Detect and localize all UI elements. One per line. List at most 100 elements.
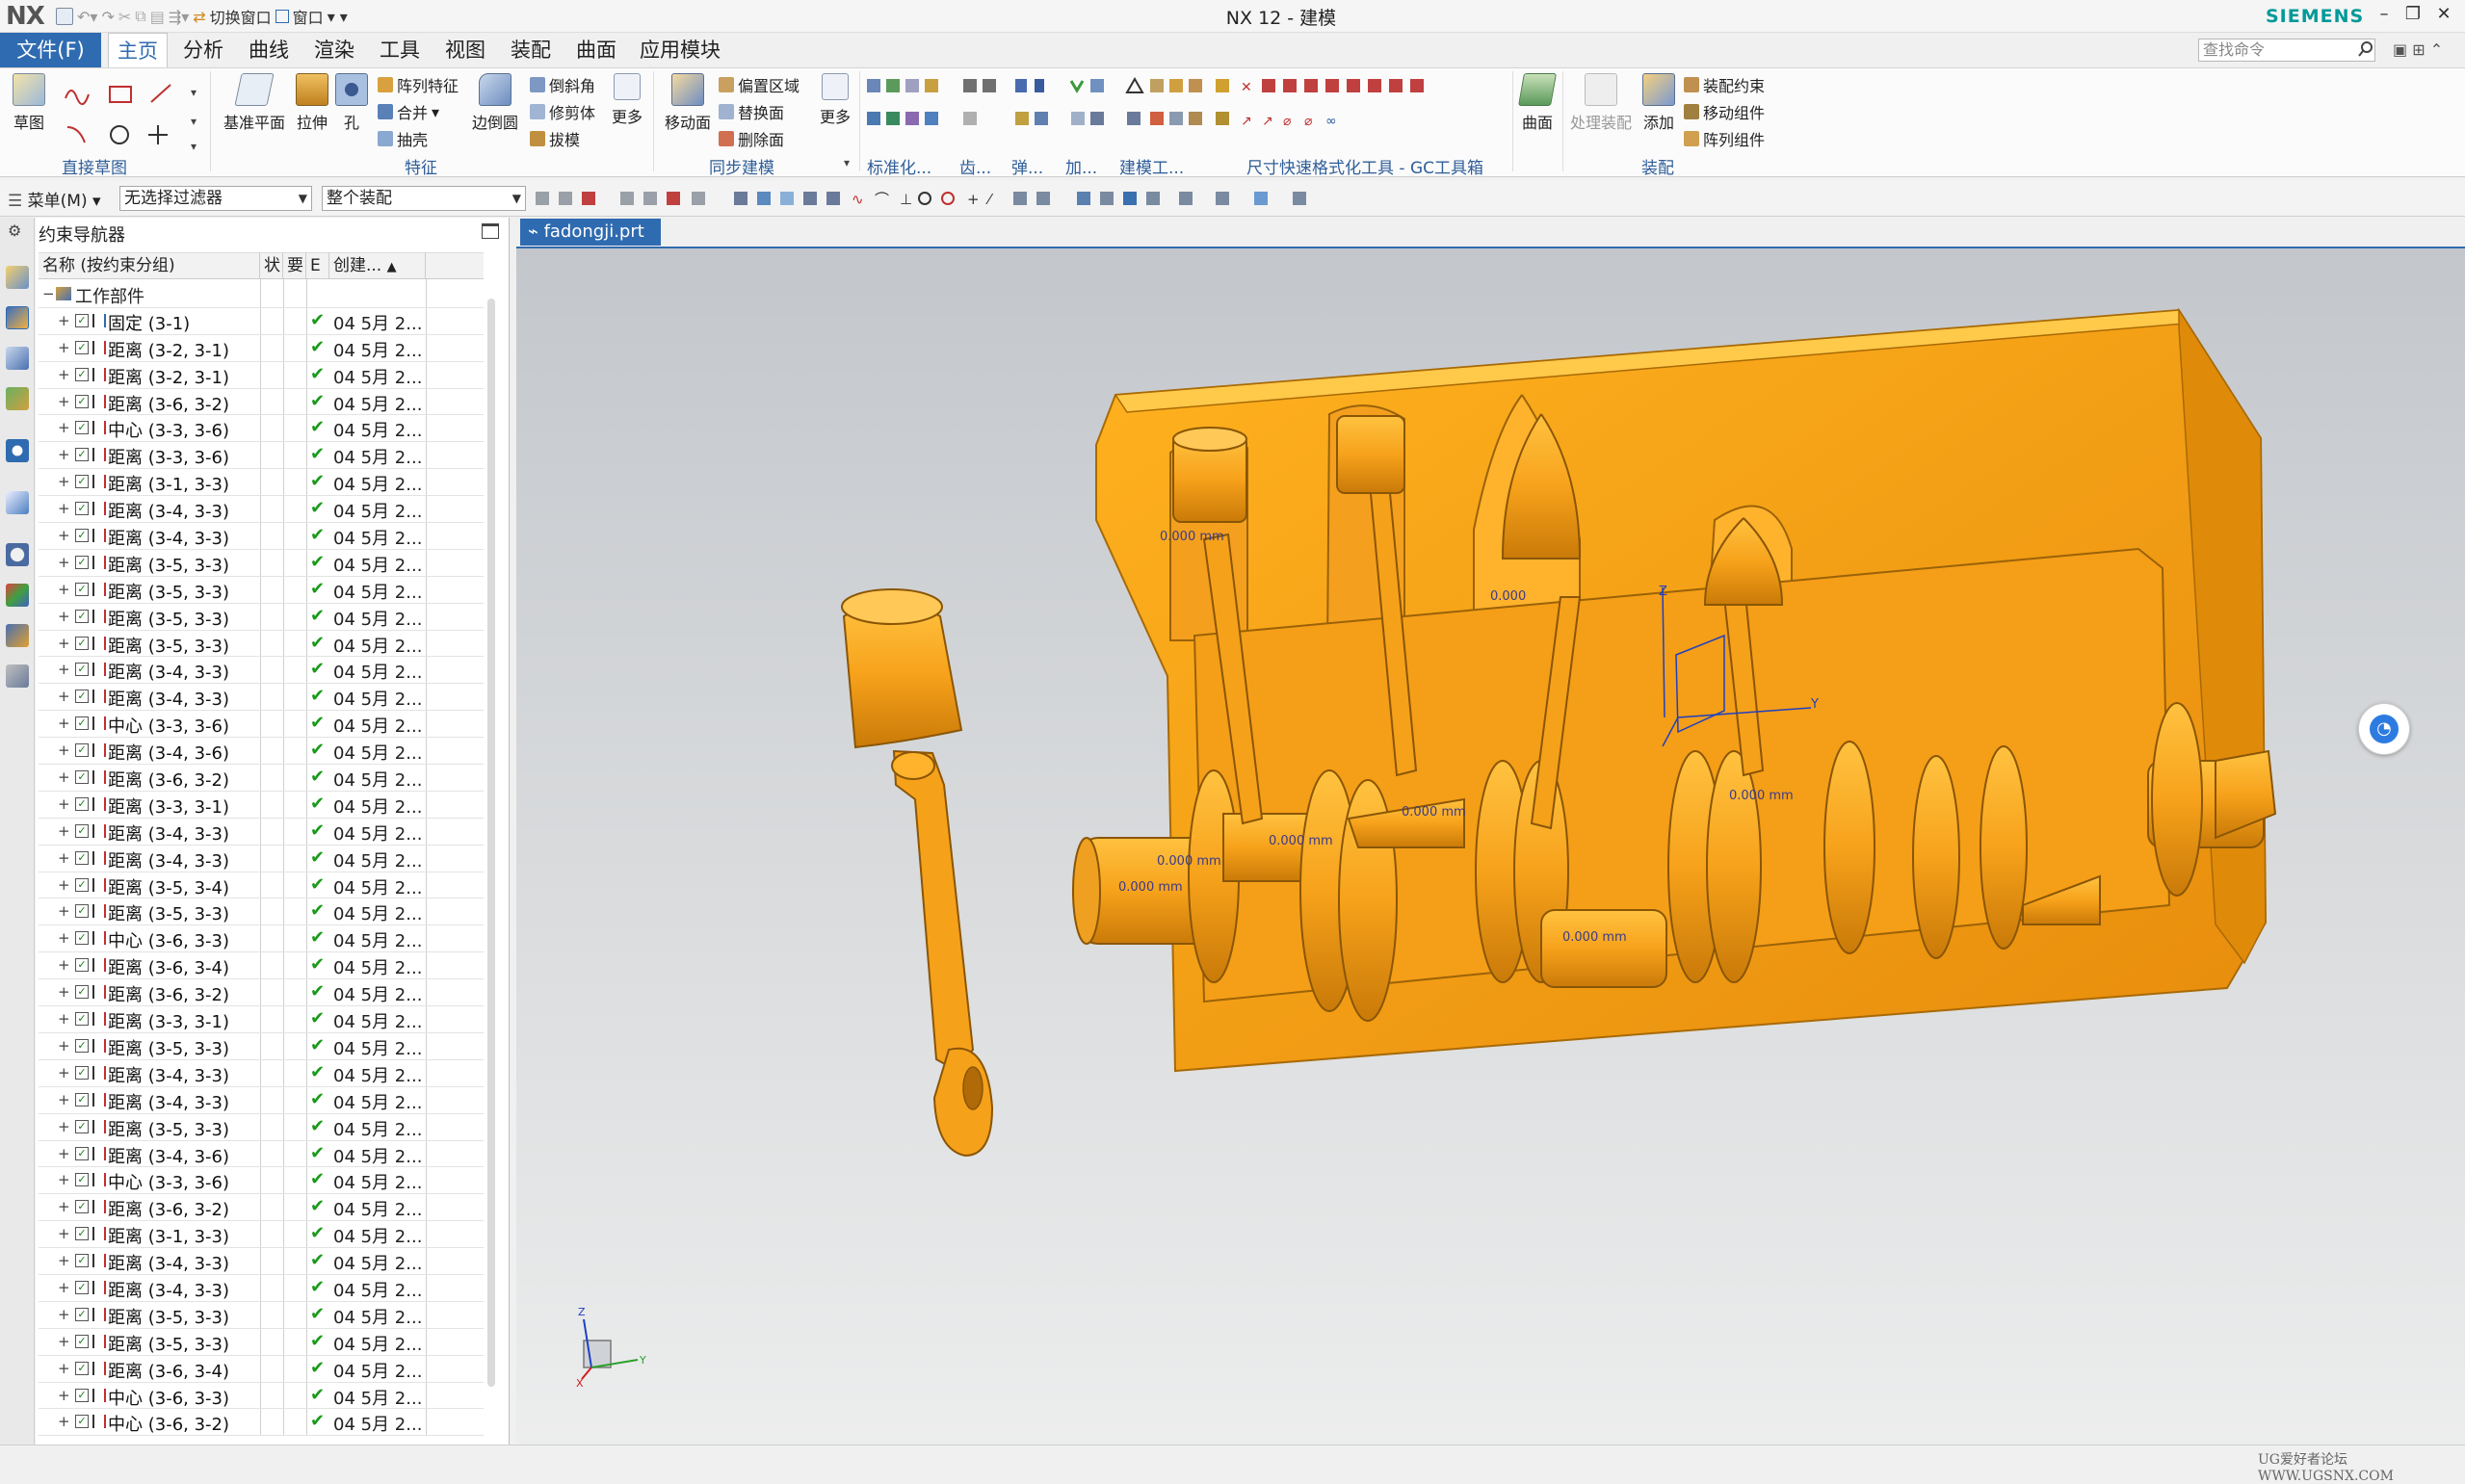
constraint-row[interactable]: + ✓ 距离 (3-5, 3-3) ✔ 04 5月 2... — [39, 1114, 484, 1141]
expand-icon[interactable]: + — [58, 527, 70, 544]
dimension-label[interactable]: 0.000 mm — [1562, 930, 1627, 945]
constraint-checkbox[interactable]: ✓ — [75, 1388, 89, 1402]
minimize-icon[interactable]: – — [2370, 4, 2399, 27]
constraint-checkbox[interactable]: ✓ — [75, 1415, 89, 1429]
constraint-row[interactable]: + ✓ 中心 (3-6, 3-2) ✔ 04 5月 2... — [39, 1409, 484, 1437]
part-navigator-icon[interactable] — [6, 266, 29, 289]
expand-icon[interactable]: + — [58, 446, 70, 463]
expand-icon[interactable]: + — [58, 1225, 70, 1242]
expand-icon[interactable]: + — [58, 742, 70, 759]
constraint-row[interactable]: + ✓ 距离 (3-4, 3-6) ✔ 04 5月 2... — [39, 1141, 484, 1168]
expand-icon[interactable]: + — [58, 581, 70, 598]
constraint-row[interactable]: + ✓ 距离 (3-1, 3-3) ✔ 04 5月 2... — [39, 469, 484, 497]
constraint-row[interactable]: + ✓ 距离 (3-4, 3-3) ✔ 04 5月 2... — [39, 819, 484, 846]
replace-face-button[interactable]: 替换面 — [719, 100, 784, 123]
group-gc-dim-tools[interactable]: 尺寸快速格式化工具 - GC工具箱 — [1246, 154, 1483, 178]
restore-icon[interactable]: ❐ — [2399, 4, 2427, 27]
web-browser-icon[interactable] — [6, 439, 29, 462]
constraint-checkbox[interactable]: ✓ — [75, 529, 89, 543]
expand-icon[interactable]: + — [58, 902, 70, 920]
constraint-row[interactable]: + ✓ 距离 (3-4, 3-3) ✔ 04 5月 2... — [39, 657, 484, 685]
expand-icon[interactable]: + — [58, 1010, 70, 1028]
expand-icon[interactable]: + — [58, 1145, 70, 1162]
trim-body-button[interactable]: 修剪体 — [530, 100, 595, 123]
move-component-button[interactable]: 移动组件 — [1684, 100, 1765, 123]
constraint-row[interactable]: + ✓ 距离 (3-5, 3-3) ✔ 04 5月 2... — [39, 1033, 484, 1060]
constraint-navigator-icon[interactable] — [6, 347, 29, 370]
constraint-checkbox[interactable]: ✓ — [75, 931, 89, 946]
constraint-checkbox[interactable]: ✓ — [75, 1307, 89, 1321]
group-machining[interactable]: 加... — [1065, 154, 1097, 178]
tab-document[interactable]: ⌁ fadongji.prt × — [520, 219, 661, 269]
constraint-checkbox[interactable]: ✓ — [75, 1334, 89, 1348]
expand-icon[interactable]: + — [58, 1171, 70, 1188]
column-created-header[interactable]: 创建... ▲ — [329, 252, 426, 279]
dimension-label[interactable]: 0.000 mm — [1157, 854, 1221, 869]
selection-scope-select[interactable]: 整个装配 ▼ — [322, 186, 526, 211]
tab-assembly[interactable]: 装配 — [501, 33, 561, 67]
assembly-constraint-button[interactable]: 装配约束 — [1684, 73, 1765, 96]
tab-render[interactable]: 渲染 — [304, 33, 364, 67]
redo-icon[interactable]: ↷ — [101, 8, 114, 26]
constraint-row[interactable]: + ✓ 距离 (3-6, 3-2) ✔ 04 5月 2... — [39, 765, 484, 792]
undo-icon[interactable]: ↶▾ — [77, 8, 97, 26]
constraint-row[interactable]: + ✓ 距离 (3-6, 3-2) ✔ 04 5月 2... — [39, 389, 484, 416]
dimension-label[interactable]: 0.000 mm — [1160, 530, 1224, 544]
constraint-row[interactable]: + ✓ 距离 (3-4, 3-3) ✔ 04 5月 2... — [39, 684, 484, 712]
constraint-row[interactable]: + ✓ 距离 (3-6, 3-4) ✔ 04 5月 2... — [39, 952, 484, 980]
constraint-checkbox[interactable]: ✓ — [75, 958, 89, 973]
constraint-row[interactable]: + ✓ 距离 (3-2, 3-1) ✔ 04 5月 2... — [39, 335, 484, 362]
constraint-checkbox[interactable]: ✓ — [75, 1065, 89, 1080]
constraint-checkbox[interactable]: ✓ — [75, 1012, 89, 1027]
constraint-row[interactable]: + ✓ 距离 (3-3, 3-1) ✔ 04 5月 2... — [39, 1006, 484, 1033]
constraint-checkbox[interactable]: ✓ — [75, 1092, 89, 1106]
constraint-row[interactable]: + ✓ 距离 (3-6, 3-2) ✔ 04 5月 2... — [39, 1194, 484, 1222]
shell-button[interactable]: 抽壳 — [378, 127, 428, 150]
navigator-scrollbar[interactable] — [487, 299, 495, 1387]
group-modeling-tools[interactable]: 建模工... — [1119, 154, 1184, 178]
chevron-down-icon[interactable]: ▾ — [432, 103, 439, 121]
edge-blend-button[interactable]: 边倒圆 — [468, 73, 522, 133]
close-icon[interactable]: ✕ — [2429, 4, 2458, 27]
dimension-label[interactable]: 0.000 mm — [1402, 805, 1466, 820]
tab-analysis[interactable]: 分析 — [173, 33, 233, 67]
column-status-header[interactable]: 状 — [260, 252, 283, 279]
constraint-row[interactable]: + ✓ 距离 (3-1, 3-3) ✔ 04 5月 2... — [39, 1221, 484, 1249]
expand-icon[interactable]: + — [58, 822, 70, 840]
pattern-feature-button[interactable]: 阵列特征 — [378, 73, 459, 96]
expand-icon[interactable]: + — [58, 1360, 70, 1377]
constraint-checkbox[interactable]: ✓ — [75, 367, 89, 381]
constraint-row[interactable]: + ✓ 距离 (3-5, 3-3) ✔ 04 5月 2... — [39, 1302, 484, 1329]
maximize-icon[interactable] — [482, 223, 499, 239]
expand-icon[interactable]: + — [58, 768, 70, 786]
dimension-label[interactable]: 0.000 mm — [1729, 789, 1794, 803]
constraint-checkbox[interactable]: ✓ — [75, 770, 89, 785]
clock-icon[interactable] — [6, 543, 29, 566]
constraint-checkbox[interactable]: ✓ — [75, 823, 89, 838]
expand-icon[interactable]: + — [58, 1413, 70, 1430]
constraint-checkbox[interactable]: ✓ — [75, 663, 89, 677]
constraint-checkbox[interactable]: ✓ — [75, 690, 89, 704]
switch-window-button[interactable]: 切换窗口 — [210, 5, 272, 28]
expand-icon[interactable]: + — [58, 635, 70, 652]
reuse-library-icon[interactable] — [6, 387, 29, 410]
system-scenes-icon[interactable] — [6, 664, 29, 688]
chamfer-button[interactable]: 倒斜角 — [530, 73, 595, 96]
constraint-checkbox[interactable]: ✓ — [75, 448, 89, 462]
constraint-row[interactable]: + ✓ 距离 (3-5, 3-4) ✔ 04 5月 2... — [39, 872, 484, 899]
more-sync-button[interactable]: 更多 — [815, 73, 855, 127]
datum-plane-button[interactable]: 基准平面 — [218, 73, 291, 133]
constraint-row[interactable]: + ✓ 距离 (3-5, 3-3) ✔ 04 5月 2... — [39, 604, 484, 631]
constraint-checkbox[interactable]: ✓ — [75, 1227, 89, 1241]
tool-icon-grid[interactable]: ✕ ↗ ↗ ⌀ ⌀ ∞ — [863, 75, 1518, 143]
constraint-checkbox[interactable]: ✓ — [75, 1254, 89, 1268]
constraint-row[interactable]: + ✓ 距离 (3-3, 3-6) ✔ 04 5月 2... — [39, 442, 484, 470]
constraint-row[interactable]: + ✓ 距离 (3-4, 3-3) ✔ 04 5月 2... — [39, 523, 484, 550]
view-triad[interactable]: Z Y X — [576, 1306, 646, 1390]
constraint-row[interactable]: + ✓ 中心 (3-6, 3-3) ✔ 04 5月 2... — [39, 1383, 484, 1410]
constraint-checkbox[interactable]: ✓ — [75, 716, 89, 731]
constraint-row[interactable]: + ✓ 距离 (3-4, 3-3) ✔ 04 5月 2... — [39, 1060, 484, 1087]
type-filter-select[interactable]: 无选择过滤器 ▼ — [119, 186, 312, 211]
group-gear[interactable]: 齿... — [959, 154, 991, 178]
constraint-checkbox[interactable]: ✓ — [75, 609, 89, 623]
